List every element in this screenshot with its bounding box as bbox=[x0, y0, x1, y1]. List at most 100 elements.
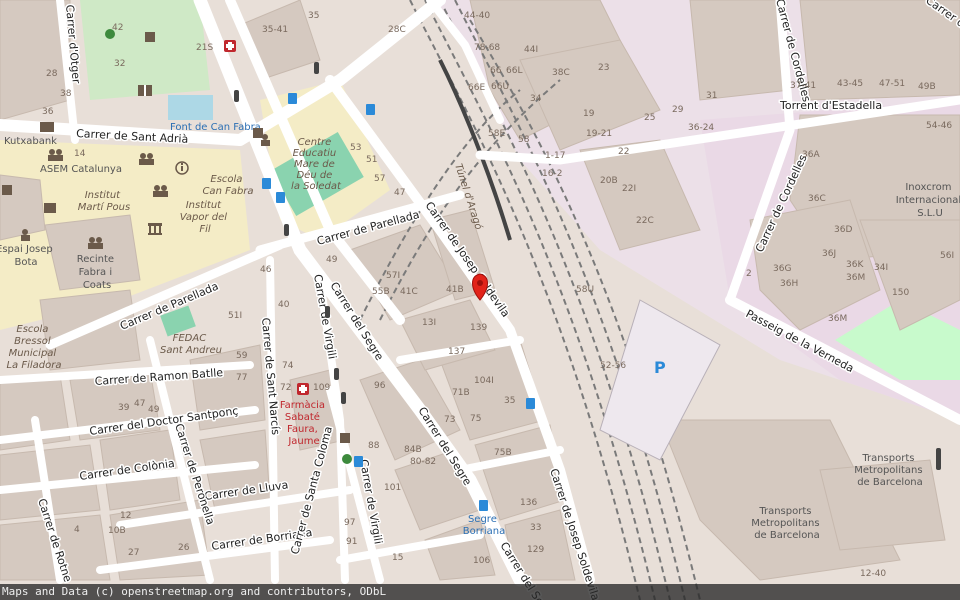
house-number: 13I bbox=[422, 318, 436, 328]
house-number: 33 bbox=[530, 523, 541, 533]
house-number: 74 bbox=[282, 361, 294, 371]
house-number: 21S bbox=[196, 43, 213, 53]
house-number: 29 bbox=[672, 105, 684, 115]
house-number: 37-41 bbox=[790, 81, 816, 91]
traffic-signal-icon-2 bbox=[314, 62, 319, 74]
house-number: 53 bbox=[350, 143, 361, 153]
house-number: 58E bbox=[488, 129, 505, 139]
cafe-icon[interactable] bbox=[145, 32, 155, 42]
house-number: 19-21 bbox=[586, 129, 612, 139]
house-number: 139 bbox=[470, 323, 487, 333]
park-font-cabra bbox=[168, 95, 213, 120]
house-number: 44I bbox=[524, 45, 538, 55]
house-number: 41B bbox=[446, 285, 464, 295]
house-number: 66E bbox=[468, 83, 485, 93]
house-number: 73 bbox=[444, 415, 455, 425]
hospital-icon[interactable] bbox=[224, 40, 236, 52]
house-number: 10B bbox=[108, 526, 126, 536]
bank-icon-3[interactable] bbox=[44, 203, 56, 213]
house-number: 22I bbox=[622, 184, 636, 194]
house-number: 47 bbox=[134, 399, 145, 409]
house-number: 57I bbox=[386, 271, 400, 281]
house-number: 43-45 bbox=[837, 79, 863, 89]
house-number: 36 bbox=[42, 107, 54, 117]
bus-stop-icon-2[interactable] bbox=[366, 104, 375, 115]
house-number: 34I bbox=[874, 263, 888, 273]
bus-stop-icon[interactable] bbox=[288, 93, 297, 104]
recycling-icon[interactable] bbox=[105, 29, 115, 39]
house-number: 44-40 bbox=[464, 11, 490, 21]
house-number: 75B bbox=[494, 448, 512, 458]
house-number: 36K bbox=[846, 260, 864, 270]
house-number: 15 bbox=[392, 553, 403, 563]
house-number: 35 bbox=[308, 11, 319, 21]
kutxabank-icon[interactable] bbox=[40, 122, 54, 132]
traffic-signal-icon-5 bbox=[334, 368, 339, 380]
house-number: 22 bbox=[618, 147, 629, 157]
house-number: 49 bbox=[148, 405, 160, 415]
recycling-icon-2[interactable] bbox=[342, 454, 352, 464]
house-number: 66L bbox=[506, 66, 522, 76]
house-number: 14 bbox=[74, 149, 86, 159]
traffic-signal-icon-4 bbox=[325, 306, 330, 318]
bus-stop-icon-3[interactable] bbox=[262, 178, 271, 189]
map-canvas[interactable]: P Carrer de Sant Adrià Carrer de Parella… bbox=[0, 0, 960, 600]
label-segre-borriana: Segre Borriana bbox=[463, 514, 505, 537]
house-number: 106 bbox=[473, 556, 490, 566]
house-number: 12 bbox=[120, 511, 131, 521]
house-number: 72 bbox=[280, 383, 291, 393]
label-transports-1: Transports Metropolitans de Barcelona bbox=[854, 453, 926, 488]
house-number: 136 bbox=[520, 498, 537, 508]
cafe-icon-2[interactable] bbox=[340, 433, 350, 443]
house-number: 39 bbox=[118, 403, 130, 413]
house-number: 52-56 bbox=[600, 361, 626, 371]
label-centre-educatiu: Centre Educatiu Mare de Déu de la Soleda… bbox=[291, 137, 342, 192]
house-number: 36M bbox=[828, 314, 847, 324]
house-number: 47 bbox=[394, 188, 405, 198]
house-number: 55B bbox=[372, 287, 390, 297]
house-number: 137 bbox=[448, 347, 465, 357]
house-number: 57 bbox=[374, 174, 385, 184]
house-number: 109 bbox=[313, 383, 330, 393]
house-number: 1-17 bbox=[545, 151, 565, 161]
house-number: 46 bbox=[260, 265, 272, 275]
street-torrent-estadella: Torrent d'Estadella bbox=[779, 99, 882, 112]
bank-icon-2[interactable] bbox=[2, 185, 12, 195]
house-number: 77 bbox=[236, 373, 247, 383]
house-number: 23 bbox=[598, 63, 609, 73]
traffic-signal-icon-6 bbox=[341, 392, 346, 404]
house-number: 27 bbox=[128, 548, 139, 558]
house-number: 96 bbox=[374, 381, 386, 391]
bus-stop-icon-6[interactable] bbox=[354, 456, 363, 467]
label-font-cabra: Font de Can Fabra bbox=[170, 122, 261, 133]
house-number: 35-41 bbox=[262, 25, 288, 35]
bus-stop-icon-7[interactable] bbox=[479, 500, 488, 511]
house-number: 88 bbox=[368, 441, 380, 451]
house-number: 66U bbox=[491, 82, 509, 92]
house-number: 47-51 bbox=[879, 79, 905, 89]
house-number: 54-46 bbox=[926, 121, 952, 131]
bus-stop-icon-4[interactable] bbox=[276, 192, 285, 203]
house-number: 25 bbox=[644, 113, 655, 123]
traffic-signal-icon-3 bbox=[284, 224, 289, 236]
bus-stop-icon-5[interactable] bbox=[526, 398, 535, 409]
house-number: 34 bbox=[530, 94, 542, 104]
house-number: 36M bbox=[846, 273, 865, 283]
cafe-icon-3[interactable] bbox=[253, 128, 263, 138]
house-number: 49 bbox=[326, 255, 338, 265]
house-number: 38C bbox=[552, 68, 570, 78]
house-number: 104I bbox=[474, 376, 494, 386]
house-number: 16-2 bbox=[542, 169, 562, 179]
traffic-signal-icon-7 bbox=[936, 448, 941, 470]
parking-icon: P bbox=[654, 358, 666, 377]
house-number: 51I bbox=[228, 311, 242, 321]
house-number: 4 bbox=[74, 525, 80, 535]
label-asem: ASEM Catalunya bbox=[40, 164, 122, 175]
bank-icon[interactable] bbox=[148, 223, 162, 235]
library-icon[interactable] bbox=[138, 85, 152, 96]
house-number: 36A bbox=[802, 150, 820, 160]
pharmacy-icon[interactable] bbox=[297, 383, 309, 395]
label-recinte-fabra-coats: Recinte Fabra i Coats bbox=[77, 254, 118, 291]
house-number: 51 bbox=[366, 155, 377, 165]
house-number: 71B bbox=[452, 388, 470, 398]
